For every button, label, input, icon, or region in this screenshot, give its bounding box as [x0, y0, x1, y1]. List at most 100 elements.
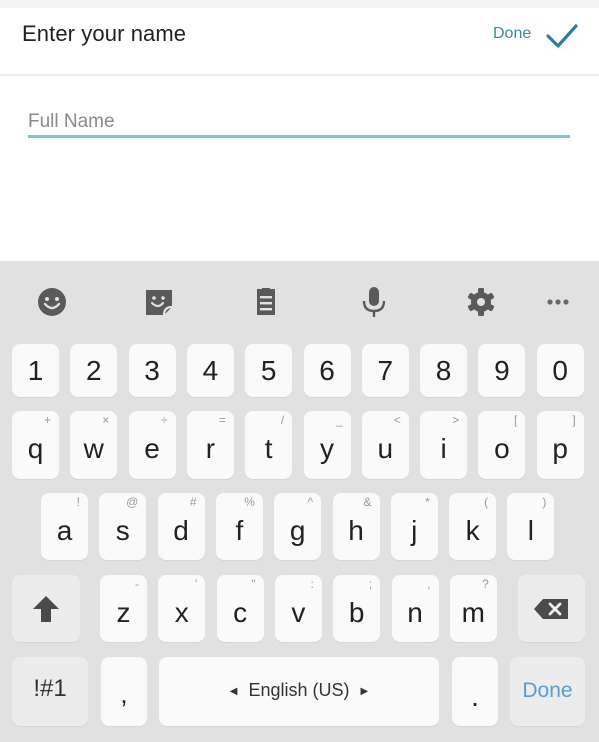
key-label: f: [235, 515, 244, 546]
settings-gear-icon[interactable]: [465, 286, 497, 318]
checkmark-icon[interactable]: [545, 22, 579, 50]
key-label: e: [144, 433, 160, 464]
key-hint: *: [425, 495, 430, 509]
key-hint: ": [251, 577, 256, 591]
backspace-icon: [534, 599, 568, 619]
key-x[interactable]: x ': [158, 575, 206, 642]
key-w[interactable]: w ×: [70, 411, 118, 479]
key-a[interactable]: a!: [41, 493, 88, 560]
shift-key[interactable]: [12, 575, 80, 642]
key-hint: &: [363, 495, 372, 509]
key-label: u: [377, 433, 394, 464]
key-hint: ,: [427, 577, 431, 591]
key-label: d: [173, 515, 189, 546]
key-o[interactable]: o[: [478, 411, 526, 479]
key-hint: (: [484, 495, 489, 509]
key-4[interactable]: 4: [186, 344, 234, 397]
emoji-icon[interactable]: [36, 286, 68, 318]
comma-key[interactable]: ,: [101, 657, 147, 726]
key-m[interactable]: m?: [449, 575, 497, 642]
key-c[interactable]: c ": [216, 575, 264, 642]
key-label: o: [494, 433, 510, 464]
space-key-row: ◀ English (US) ▶: [159, 680, 439, 701]
key-hint: %: [244, 495, 255, 509]
header-done-button[interactable]: Done: [493, 25, 531, 43]
sticker-icon[interactable]: [143, 286, 175, 318]
key-8[interactable]: 8: [420, 344, 468, 397]
key-label: y: [320, 433, 334, 464]
key-hint: -: [135, 577, 139, 591]
key-3[interactable]: 3: [128, 344, 176, 397]
key-label: k: [465, 515, 480, 546]
key-label: p: [552, 433, 568, 464]
key-7[interactable]: 7: [361, 344, 409, 397]
key-l[interactable]: l): [507, 493, 555, 560]
key-label: q: [27, 433, 44, 464]
key-9[interactable]: 9: [478, 344, 526, 397]
key-label: t: [264, 433, 273, 464]
period-key-label: .: [471, 681, 479, 712]
key-5[interactable]: 5: [245, 344, 293, 397]
key-hint: ×: [102, 413, 110, 427]
shift-arrow-icon: [33, 596, 59, 622]
key-hint: ^: [307, 495, 314, 509]
key-label: 7: [377, 355, 394, 386]
key-label: g: [289, 515, 306, 546]
more-options-icon[interactable]: [542, 286, 574, 318]
period-key[interactable]: .: [452, 657, 498, 726]
key-6[interactable]: 6: [303, 344, 351, 397]
key-label: 2: [86, 355, 102, 386]
key-0[interactable]: 0: [536, 344, 584, 397]
key-label: i: [440, 433, 447, 464]
form-area: [0, 76, 599, 261]
key-f[interactable]: f%: [215, 493, 263, 560]
space-key-label: English (US): [248, 680, 350, 700]
key-i[interactable]: i >: [420, 411, 468, 479]
key-label: 5: [260, 355, 277, 386]
key-hint: ]: [572, 413, 576, 427]
key-label: r: [205, 433, 216, 464]
key-hint: !: [76, 495, 80, 509]
language-left-arrow-icon: ◀: [229, 686, 238, 697]
key-hint: /: [280, 413, 285, 427]
key-u[interactable]: u <: [361, 411, 409, 479]
key-q[interactable]: q +: [12, 411, 59, 479]
full-name-input[interactable]: [28, 109, 568, 135]
key-z[interactable]: z-: [100, 575, 147, 642]
key-hint: :: [310, 577, 314, 591]
key-1[interactable]: 1: [12, 344, 59, 397]
symbols-key[interactable]: !#1: [12, 657, 88, 726]
key-h[interactable]: h &: [332, 493, 380, 560]
key-b[interactable]: b;: [333, 575, 381, 642]
key-label: b: [348, 597, 365, 628]
status-bar-strip: [0, 0, 599, 8]
key-label: 4: [202, 355, 219, 386]
key-r[interactable]: r =: [186, 411, 234, 479]
key-hint: =: [218, 413, 226, 427]
key-k[interactable]: k(: [449, 493, 497, 560]
key-s[interactable]: s @: [99, 493, 147, 560]
clipboard-icon[interactable]: [250, 286, 282, 318]
key-d[interactable]: d #: [157, 493, 205, 560]
key-2[interactable]: 2: [70, 344, 118, 397]
backspace-key[interactable]: [518, 575, 585, 642]
key-v[interactable]: v:: [274, 575, 322, 642]
key-hint: ): [542, 495, 547, 509]
key-label: 0: [552, 355, 568, 386]
key-label: h: [348, 515, 364, 546]
key-label: z: [116, 597, 131, 628]
key-e[interactable]: e ÷: [128, 411, 176, 479]
key-label: 6: [319, 355, 335, 386]
microphone-icon[interactable]: [358, 286, 390, 318]
space-key[interactable]: ◀ English (US) ▶: [159, 657, 439, 726]
key-label: 8: [435, 355, 452, 386]
key-y[interactable]: y _: [303, 411, 351, 479]
key-t[interactable]: t /: [245, 411, 293, 479]
key-g[interactable]: g ^: [274, 493, 322, 560]
key-j[interactable]: j *: [390, 493, 438, 560]
key-n[interactable]: n,: [391, 575, 439, 642]
key-p[interactable]: p]: [536, 411, 584, 479]
keyboard-done-key[interactable]: Done: [510, 657, 585, 726]
app-header: Enter your name Done: [0, 8, 599, 76]
key-label: 3: [144, 355, 160, 386]
